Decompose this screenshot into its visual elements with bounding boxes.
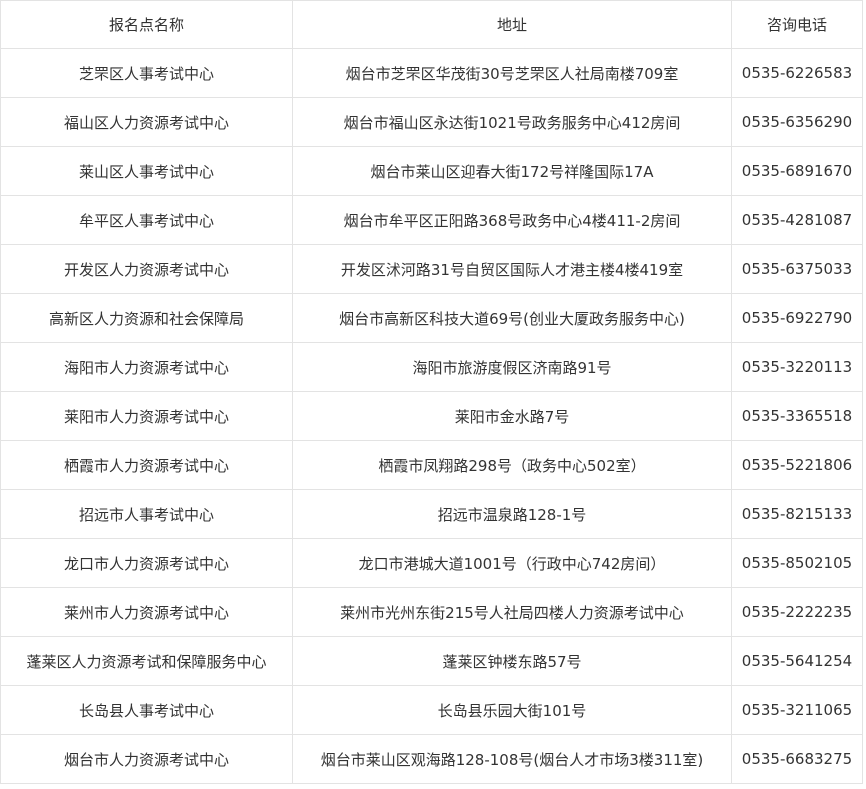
cell-address: 栖霞市凤翔路298号（政务中心502室） — [292, 440, 732, 490]
cell-name: 莱州市人力资源考试中心 — [0, 587, 293, 637]
table-row: 开发区人力资源考试中心 开发区沭河路31号自贸区国际人才港主楼4楼419室 0535… — [0, 244, 863, 294]
table-row: 芝罘区人事考试中心 烟台市芝罘区华茂街30号芝罘区人社局南楼709室 0535-62… — [0, 48, 863, 98]
cell-name: 招远市人事考试中心 — [0, 489, 293, 539]
cell-name: 福山区人力资源考试中心 — [0, 97, 293, 147]
table-row: 莱阳市人力资源考试中心 莱阳市金水路7号 0535-3365518 — [0, 391, 863, 441]
cell-address: 烟台市芝罘区华茂街30号芝罘区人社局南楼709室 — [292, 48, 732, 98]
cell-address: 烟台市莱山区迎春大街172号祥隆国际17A — [292, 146, 732, 196]
cell-phone: 0535-8215133 — [731, 489, 863, 539]
cell-phone: 0535-3211065 — [731, 685, 863, 735]
table-header: 报名点名称 地址 咨询电话 — [0, 0, 863, 49]
header-phone: 咨询电话 — [731, 0, 863, 49]
cell-phone: 0535-5221806 — [731, 440, 863, 490]
cell-address: 龙口市港城大道1001号（行政中心742房间） — [292, 538, 732, 588]
cell-address: 莱阳市金水路7号 — [292, 391, 732, 441]
cell-phone: 0535-4281087 — [731, 195, 863, 245]
header-row: 报名点名称 地址 咨询电话 — [0, 0, 863, 49]
cell-address: 烟台市福山区永达街1021号政务服务中心412房间 — [292, 97, 732, 147]
table-body: 芝罘区人事考试中心 烟台市芝罘区华茂街30号芝罘区人社局南楼709室 0535-62… — [0, 48, 863, 784]
header-address: 地址 — [292, 0, 732, 49]
cell-phone: 0535-8502105 — [731, 538, 863, 588]
cell-phone: 0535-6226583 — [731, 48, 863, 98]
table-row: 烟台市人力资源考试中心 烟台市莱山区观海路128-108号(烟台人才市场3楼311… — [0, 734, 863, 784]
table-row: 栖霞市人力资源考试中心 栖霞市凤翔路298号（政务中心502室） 0535-5221… — [0, 440, 863, 490]
cell-address: 烟台市莱山区观海路128-108号(烟台人才市场3楼311室) — [292, 734, 732, 784]
table-row: 高新区人力资源和社会保障局 烟台市高新区科技大道69号(创业大厦政务服务中心) 05… — [0, 293, 863, 343]
cell-phone: 0535-6891670 — [731, 146, 863, 196]
table-row: 牟平区人事考试中心 烟台市牟平区正阳路368号政务中心4楼411-2房间 0535-… — [0, 195, 863, 245]
cell-address: 烟台市牟平区正阳路368号政务中心4楼411-2房间 — [292, 195, 732, 245]
cell-address: 烟台市高新区科技大道69号(创业大厦政务服务中心) — [292, 293, 732, 343]
header-name: 报名点名称 — [0, 0, 293, 49]
cell-address: 海阳市旅游度假区济南路91号 — [292, 342, 732, 392]
cell-name: 牟平区人事考试中心 — [0, 195, 293, 245]
cell-address: 莱州市光州东街215号人社局四楼人力资源考试中心 — [292, 587, 732, 637]
table-row: 龙口市人力资源考试中心 龙口市港城大道1001号（行政中心742房间） 0535-8… — [0, 538, 863, 588]
cell-phone: 0535-6375033 — [731, 244, 863, 294]
cell-address: 开发区沭河路31号自贸区国际人才港主楼4楼419室 — [292, 244, 732, 294]
table-row: 莱州市人力资源考试中心 莱州市光州东街215号人社局四楼人力资源考试中心 0535-… — [0, 587, 863, 637]
cell-name: 蓬莱区人力资源考试和保障服务中心 — [0, 636, 293, 686]
cell-phone: 0535-6683275 — [731, 734, 863, 784]
table-row: 蓬莱区人力资源考试和保障服务中心 蓬莱区钟楼东路57号 0535-5641254 — [0, 636, 863, 686]
cell-address: 长岛县乐园大街101号 — [292, 685, 732, 735]
cell-phone: 0535-6922790 — [731, 293, 863, 343]
cell-name: 龙口市人力资源考试中心 — [0, 538, 293, 588]
table-row: 招远市人事考试中心 招远市温泉路128-1号 0535-8215133 — [0, 489, 863, 539]
registration-points-table: 报名点名称 地址 咨询电话 芝罘区人事考试中心 烟台市芝罘区华茂街30号芝罘区人社… — [0, 0, 863, 784]
cell-phone: 0535-5641254 — [731, 636, 863, 686]
table-row: 长岛县人事考试中心 长岛县乐园大街101号 0535-3211065 — [0, 685, 863, 735]
cell-name: 烟台市人力资源考试中心 — [0, 734, 293, 784]
cell-phone: 0535-6356290 — [731, 97, 863, 147]
cell-name: 莱山区人事考试中心 — [0, 146, 293, 196]
cell-name: 长岛县人事考试中心 — [0, 685, 293, 735]
cell-name: 海阳市人力资源考试中心 — [0, 342, 293, 392]
table-row: 海阳市人力资源考试中心 海阳市旅游度假区济南路91号 0535-3220113 — [0, 342, 863, 392]
cell-name: 栖霞市人力资源考试中心 — [0, 440, 293, 490]
cell-name: 莱阳市人力资源考试中心 — [0, 391, 293, 441]
cell-address: 招远市温泉路128-1号 — [292, 489, 732, 539]
cell-name: 开发区人力资源考试中心 — [0, 244, 293, 294]
cell-phone: 0535-3365518 — [731, 391, 863, 441]
cell-address: 蓬莱区钟楼东路57号 — [292, 636, 732, 686]
cell-phone: 0535-3220113 — [731, 342, 863, 392]
table-row: 福山区人力资源考试中心 烟台市福山区永达街1021号政务服务中心412房间 0535… — [0, 97, 863, 147]
cell-name: 高新区人力资源和社会保障局 — [0, 293, 293, 343]
table-row: 莱山区人事考试中心 烟台市莱山区迎春大街172号祥隆国际17A 0535-68916… — [0, 146, 863, 196]
cell-phone: 0535-2222235 — [731, 587, 863, 637]
cell-name: 芝罘区人事考试中心 — [0, 48, 293, 98]
